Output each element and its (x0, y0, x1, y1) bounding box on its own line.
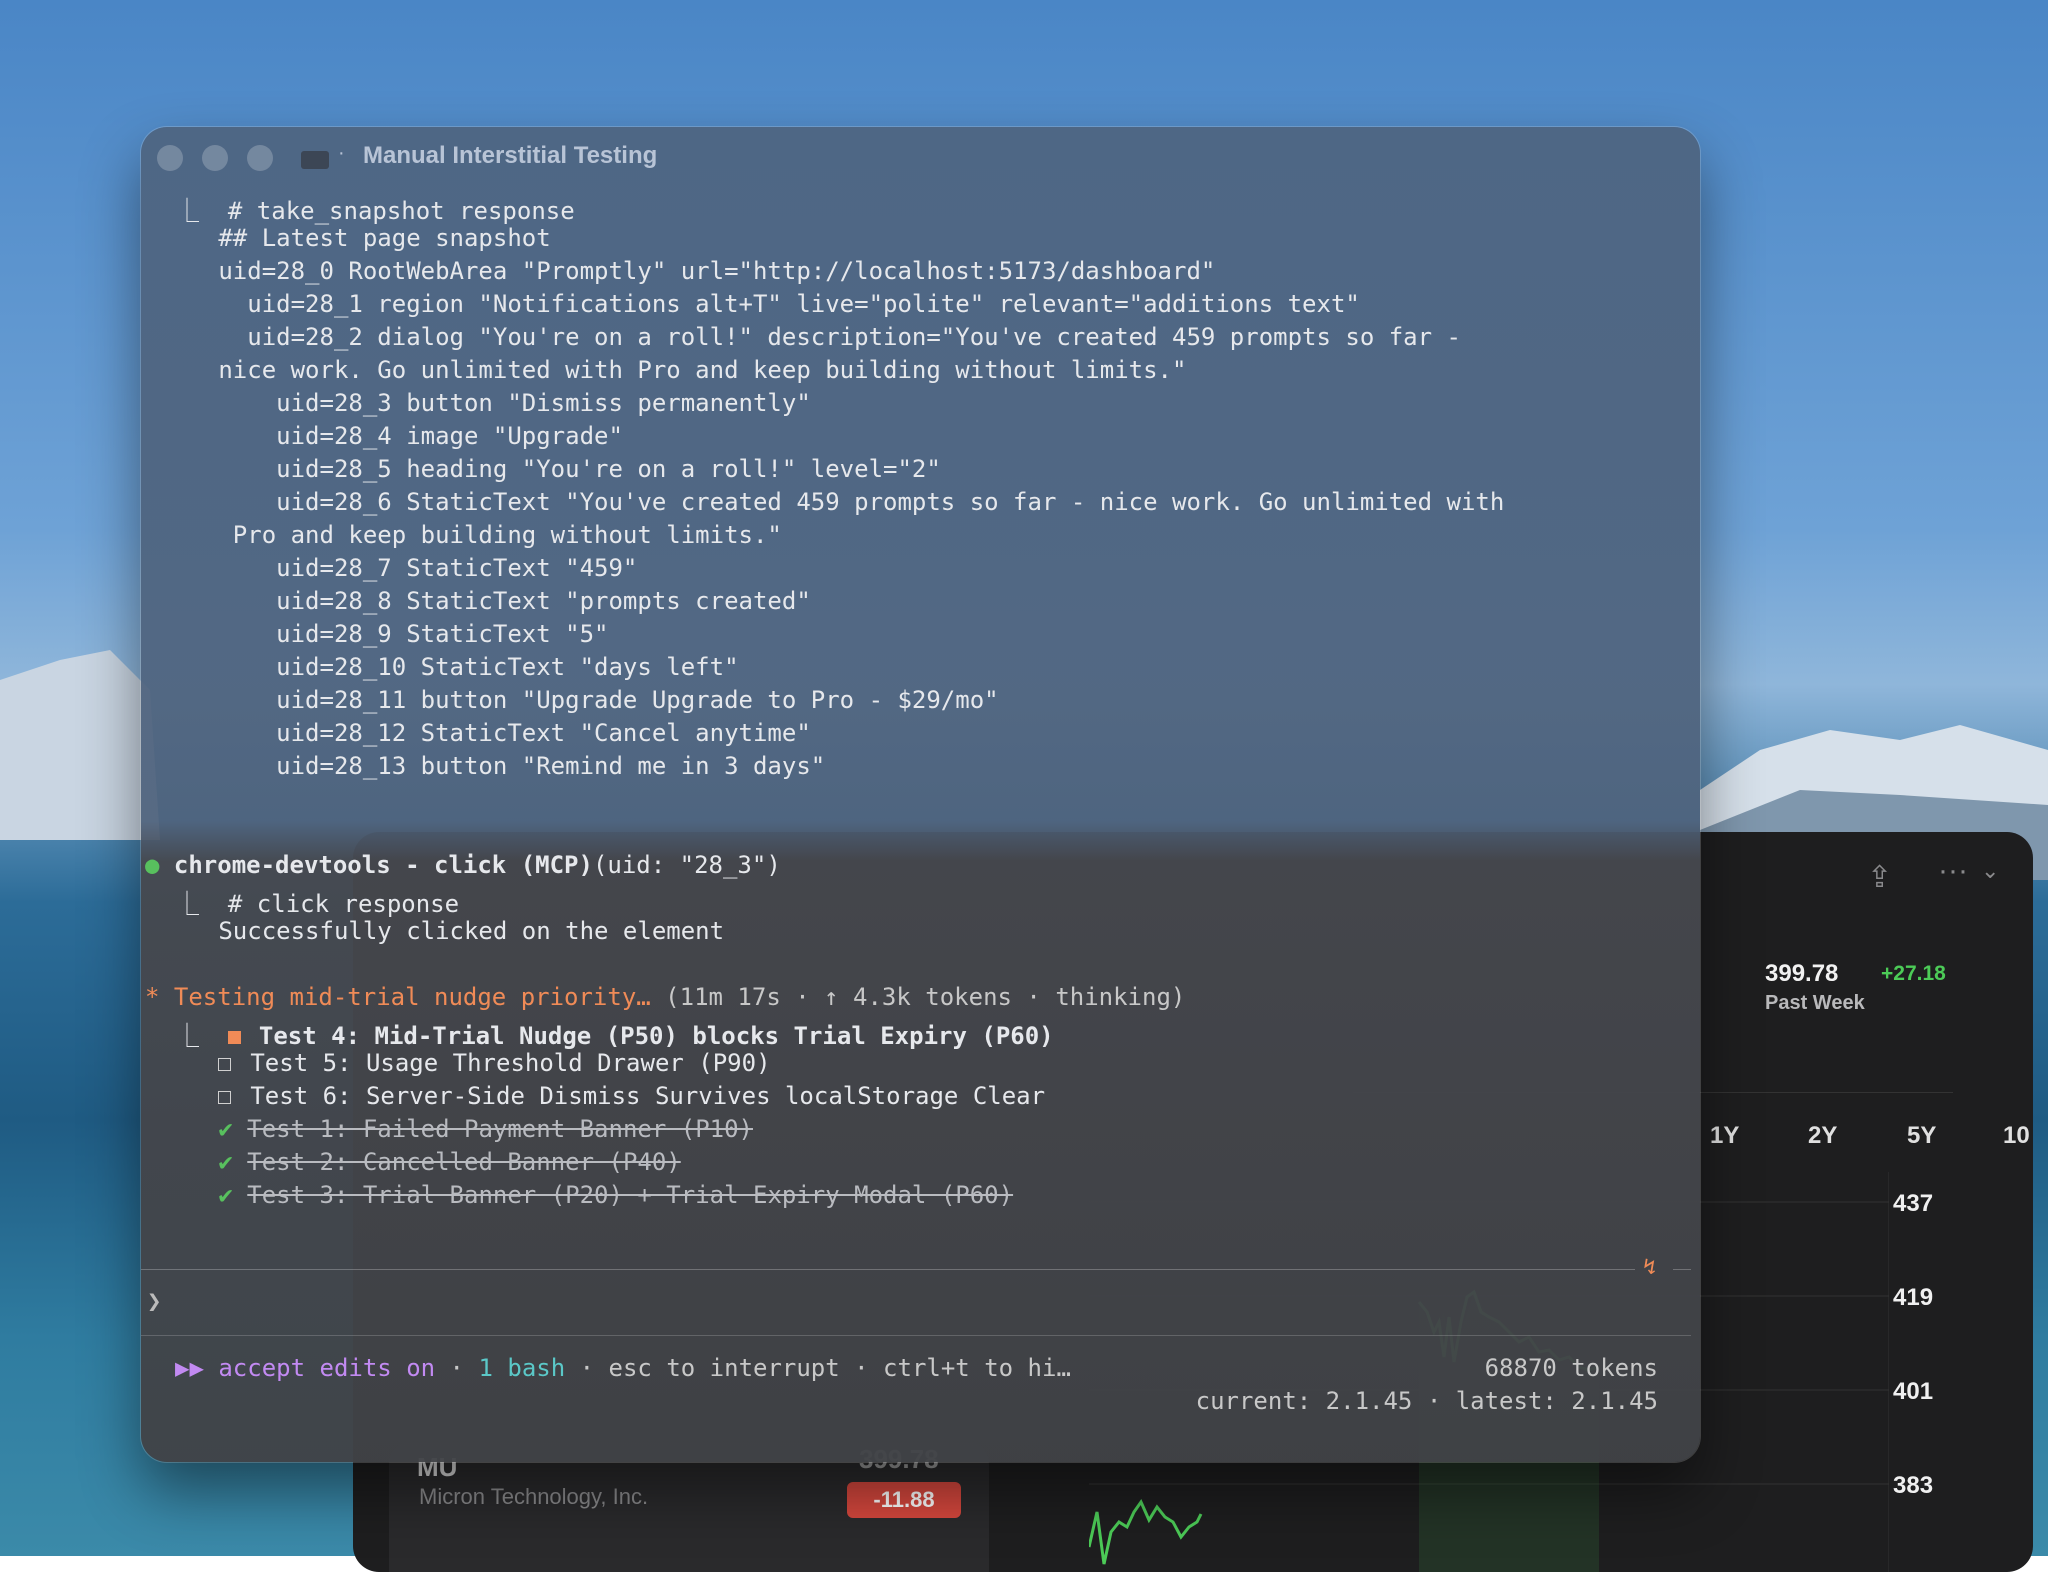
status-meta: (11m 17s · ↑ 4.3k tokens · thinking) (650, 983, 1186, 1011)
range-10y[interactable]: 10 (2003, 1122, 2030, 1150)
footer-dot: · (435, 1354, 479, 1382)
snapshot-line: uid=28_2 dialog "You're on a roll!" desc… (175, 323, 1461, 351)
stock-period: Past Week (1765, 992, 1865, 1014)
snapshot-line: uid=28_0 RootWebArea "Promptly" url="htt… (175, 257, 1216, 285)
bolt-icon: ↯ (1643, 1255, 1657, 1280)
task-item: Test 5: Usage Threshold Drawer (P90) (175, 1049, 771, 1079)
range-5y[interactable]: 5Y (1907, 1122, 1936, 1150)
stock-price: 399.78 (1765, 960, 1839, 987)
y-tick-383: 383 (1893, 1472, 1934, 1499)
snapshot-line: Pro and keep building without limits." (175, 521, 782, 549)
snapshot-line: uid=28_3 button "Dismiss permanently" (175, 389, 811, 417)
chevron-down-icon[interactable]: ⌄ (1981, 858, 1999, 884)
title-separator: · (338, 142, 345, 164)
check-icon: ✔ (218, 1148, 233, 1176)
snapshot-line: ## Latest page snapshot (175, 224, 551, 252)
input-divider-tail (1673, 1269, 1691, 1270)
accept-edits-toggle[interactable]: accept edits on (218, 1354, 435, 1382)
in-progress-icon (227, 1030, 241, 1044)
y-tick-419: 419 (1893, 1284, 1934, 1311)
tool-call-line: ● chrome-devtools - click (MCP)(uid: "28… (145, 851, 781, 881)
tool-args: (uid: "28_3") (592, 851, 781, 879)
share-icon[interactable]: ⇪ (1867, 860, 1892, 895)
row-change-badge: -11.88 (847, 1482, 961, 1518)
range-1y[interactable]: 1Y (1710, 1122, 1739, 1150)
check-icon: ✔ (218, 1181, 233, 1209)
footer-line: ▶▶ accept edits on · 1 bash · esc to int… (175, 1354, 1071, 1384)
task-text: Test 3: Trial Banner (P20) + Trial Expir… (247, 1181, 1014, 1209)
task-prefix (175, 1181, 218, 1209)
task-prefix (175, 1115, 218, 1143)
snapshot-line: uid=28_4 image "Upgrade" (175, 422, 623, 450)
fast-forward-icon: ▶▶ (175, 1354, 204, 1382)
task-prefix (175, 1148, 218, 1176)
tool-response-body: Successfully clicked on the element (175, 917, 725, 945)
task-prefix: ⎿ (175, 1022, 228, 1050)
zoom-button[interactable] (247, 145, 273, 171)
task-item: ✔ Test 2: Cancelled Banner (P40) (175, 1148, 681, 1178)
snapshot-line: uid=28_1 region "Notifications alt+T" li… (175, 290, 1360, 318)
task-item: ✔ Test 1: Failed Payment Banner (P10) (175, 1115, 753, 1145)
task-text: Test 2: Cancelled Banner (P40) (247, 1148, 681, 1176)
window-title: Manual Interstitial Testing (363, 142, 658, 169)
more-icon[interactable]: ··· (1938, 854, 1968, 888)
task-text: Test 6: Server-Side Dismiss Survives loc… (250, 1082, 1046, 1110)
snapshot-line: uid=28_9 StaticText "5" (175, 620, 609, 648)
snapshot-line: uid=28_12 StaticText "Cancel anytime" (175, 719, 811, 747)
task-text: Test 1: Failed Payment Banner (P10) (247, 1115, 753, 1143)
snapshot-line: uid=28_6 StaticText "You've created 459 … (175, 488, 1505, 516)
task-item: ⎿ Test 4: Mid-Trial Nudge (P50) blocks T… (175, 1016, 1054, 1050)
version-info: current: 2.1.45 · latest: 2.1.45 (1195, 1387, 1658, 1415)
snapshot-line: uid=28_5 heading "You're on a roll!" lev… (175, 455, 941, 483)
price-line-left (1089, 1498, 1203, 1565)
check-icon: ✔ (218, 1115, 233, 1143)
task-item: Test 6: Server-Side Dismiss Survives loc… (175, 1082, 1045, 1112)
spinner-icon: * (145, 983, 160, 1011)
y-tick-437: 437 (1893, 1190, 1934, 1217)
pending-checkbox-icon (218, 1090, 232, 1104)
close-button[interactable] (157, 145, 183, 171)
bash-indicator[interactable]: 1 bash (478, 1354, 565, 1382)
stock-change: +27.18 (1881, 962, 1946, 985)
tool-name: chrome-devtools - click (MCP) (173, 851, 593, 879)
snapshot-line: uid=28_11 button "Upgrade Upgrade to Pro… (175, 686, 999, 714)
range-2y[interactable]: 2Y (1808, 1122, 1837, 1150)
task-text: Test 4: Mid-Trial Nudge (P50) blocks Tri… (258, 1022, 1054, 1050)
pending-checkbox-icon (218, 1057, 232, 1071)
task-prefix (175, 1049, 218, 1077)
task-item: ✔ Test 3: Trial Banner (P20) + Trial Exp… (175, 1181, 1013, 1211)
footer-hint: · esc to interrupt · ctrl+t to hi… (565, 1354, 1071, 1382)
y-tick-401: 401 (1893, 1378, 1934, 1405)
status-dot-icon: ● (145, 851, 160, 879)
snapshot-line: uid=28_8 StaticText "prompts created" (175, 587, 811, 615)
status-line: * Testing mid-trial nudge priority… (11m… (145, 983, 1185, 1013)
task-prefix (175, 1082, 218, 1110)
folder-icon (301, 151, 329, 169)
company-name: Micron Technology, Inc. (419, 1484, 649, 1509)
footer-divider (141, 1335, 1691, 1336)
tool-response-header: ⎿ # click response (175, 890, 460, 918)
prompt-input[interactable]: ❯ (147, 1287, 161, 1315)
snapshot-line: uid=28_7 StaticText "459" (175, 554, 638, 582)
snapshot-line: ⎿ # take_snapshot response (175, 197, 575, 225)
snapshot-line: uid=28_13 button "Remind me in 3 days" (175, 752, 826, 780)
snapshot-line: nice work. Go unlimited with Pro and kee… (175, 356, 1187, 384)
task-text: Test 5: Usage Threshold Drawer (P90) (250, 1049, 771, 1077)
titlebar: · Manual Interstitial Testing (141, 127, 1700, 187)
terminal-window[interactable]: · Manual Interstitial Testing ⎿ # take_s… (141, 127, 1700, 1462)
minimize-button[interactable] (202, 145, 228, 171)
token-count: 68870 tokens (1484, 1354, 1658, 1382)
status-label: Testing mid-trial nudge priority… (173, 983, 651, 1011)
input-divider (141, 1269, 1635, 1270)
snapshot-line: uid=28_10 StaticText "days left" (175, 653, 739, 681)
